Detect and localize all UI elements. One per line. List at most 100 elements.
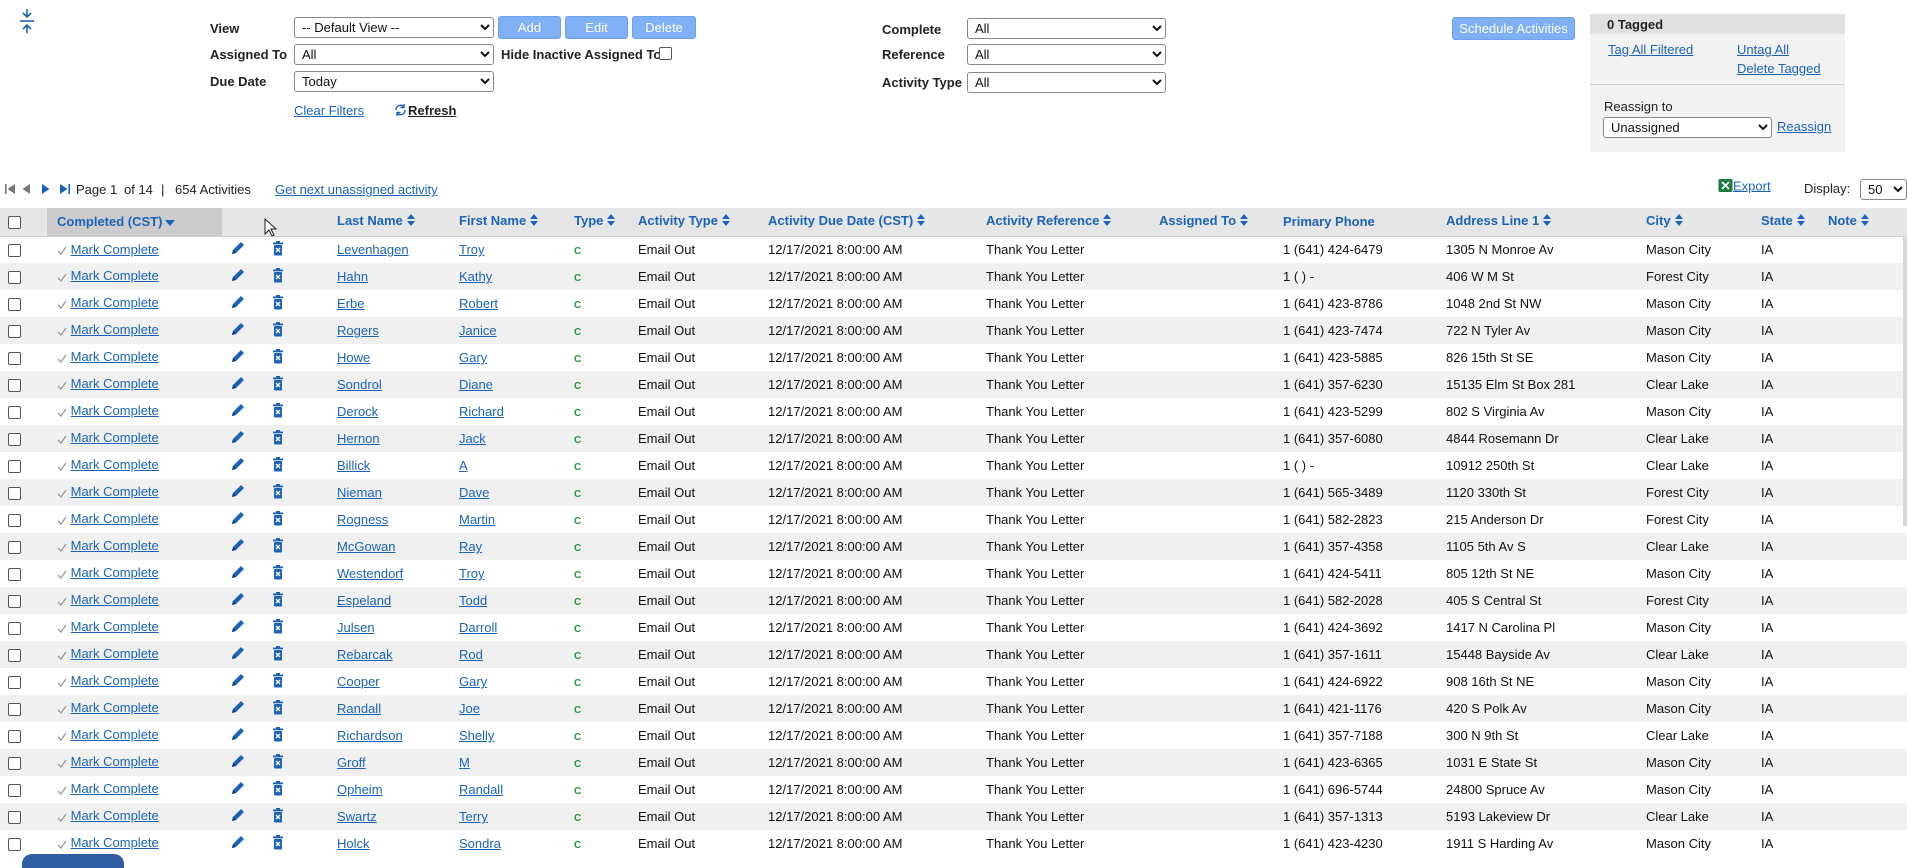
get-next-unassigned-link[interactable]: Get next unassigned activity [275, 182, 438, 197]
delete-trash-icon[interactable] [272, 618, 284, 637]
mark-complete-link[interactable]: Mark Complete [71, 808, 159, 823]
collapse-filters-icon[interactable] [18, 8, 36, 34]
edit-pencil-icon[interactable] [230, 564, 246, 583]
row-checkbox[interactable] [8, 514, 21, 528]
edit-pencil-icon[interactable] [230, 348, 246, 367]
first-name-link[interactable]: Richard [459, 404, 504, 419]
mark-complete-link[interactable]: Mark Complete [71, 565, 159, 580]
delete-trash-icon[interactable] [272, 807, 284, 826]
first-name-link[interactable]: Robert [459, 296, 498, 311]
hide-inactive-checkbox[interactable] [659, 47, 672, 60]
last-name-link[interactable]: Espeland [337, 593, 391, 608]
mark-complete-link[interactable]: Mark Complete [71, 349, 159, 364]
first-name-link[interactable]: Sondra [459, 836, 501, 851]
edit-pencil-icon[interactable] [230, 402, 246, 421]
last-page-icon[interactable] [59, 183, 71, 198]
first-name-link[interactable]: Ray [459, 539, 482, 554]
next-page-icon[interactable] [41, 183, 51, 198]
edit-pencil-icon[interactable] [230, 618, 246, 637]
mark-complete-link[interactable]: Mark Complete [71, 538, 159, 553]
table-row[interactable]: Mark Complete Rogers Janice C Email Out 12/17… [0, 317, 1907, 344]
edit-pencil-icon[interactable] [230, 591, 246, 610]
mark-complete-link[interactable]: Mark Complete [71, 646, 159, 661]
mark-complete-link[interactable]: Mark Complete [71, 484, 159, 499]
last-name-link[interactable]: Billick [337, 458, 370, 473]
table-row[interactable]: Mark Complete Rogness Martin C Email Out 12/1… [0, 506, 1907, 533]
mark-complete-link[interactable]: Mark Complete [71, 781, 159, 796]
first-name-link[interactable]: Randall [459, 782, 503, 797]
edit-pencil-icon[interactable] [230, 483, 246, 502]
edit-pencil-icon[interactable] [230, 645, 246, 664]
edit-pencil-icon[interactable] [230, 429, 246, 448]
mark-complete-link[interactable]: Mark Complete [71, 430, 159, 445]
row-checkbox[interactable] [8, 352, 21, 366]
edit-pencil-icon[interactable] [230, 753, 246, 772]
edit-pencil-icon[interactable] [230, 834, 246, 853]
column-header-activity-type[interactable]: Activity Type [628, 208, 758, 237]
first-name-link[interactable]: Terry [459, 809, 488, 824]
edit-pencil-icon[interactable] [230, 780, 246, 799]
row-checkbox[interactable] [8, 649, 21, 663]
table-row[interactable]: Mark Complete Julsen Darroll C Email Out 12/1… [0, 614, 1907, 641]
mark-complete-link[interactable]: Mark Complete [71, 673, 159, 688]
mark-complete-link[interactable]: Mark Complete [71, 754, 159, 769]
table-row[interactable]: Mark Complete Cooper Gary C Email Out 12/17/2… [0, 668, 1907, 695]
delete-trash-icon[interactable] [272, 726, 284, 745]
mark-complete-link[interactable]: Mark Complete [71, 700, 159, 715]
mark-complete-link[interactable]: Mark Complete [71, 727, 159, 742]
mark-complete-link[interactable]: Mark Complete [71, 457, 159, 472]
row-checkbox[interactable] [8, 622, 21, 636]
column-header-city[interactable]: City [1636, 208, 1751, 237]
first-name-link[interactable]: Martin [459, 512, 495, 527]
table-row[interactable]: Mark Complete Hernon Jack C Email Out 12/17/2… [0, 425, 1907, 452]
first-name-link[interactable]: Gary [459, 674, 487, 689]
row-checkbox[interactable] [8, 703, 21, 717]
row-checkbox[interactable] [8, 568, 21, 582]
last-name-link[interactable]: Groff [337, 755, 366, 770]
first-name-link[interactable]: Gary [459, 350, 487, 365]
first-name-link[interactable]: Todd [459, 593, 487, 608]
table-row[interactable]: Mark Complete Rebarcak Rod C Email Out 12/17/… [0, 641, 1907, 668]
edit-pencil-icon[interactable] [230, 456, 246, 475]
first-name-link[interactable]: Troy [459, 566, 485, 581]
mark-complete-link[interactable]: Mark Complete [71, 592, 159, 607]
table-row[interactable]: Mark Complete Groff M C Email Out 12/17/2021 … [0, 749, 1907, 776]
column-header-address[interactable]: Address Line 1 [1436, 208, 1636, 237]
delete-trash-icon[interactable] [272, 321, 284, 340]
row-checkbox[interactable] [8, 838, 21, 852]
last-name-link[interactable]: Rogness [337, 512, 388, 527]
delete-trash-icon[interactable] [272, 456, 284, 475]
display-count-select[interactable]: 50 [1860, 179, 1907, 200]
row-checkbox[interactable] [8, 487, 21, 501]
reassign-select[interactable]: Unassigned [1603, 117, 1772, 138]
mark-complete-link[interactable]: Mark Complete [71, 242, 159, 257]
untag-all-link[interactable]: Untag All [1737, 42, 1789, 57]
delete-trash-icon[interactable] [272, 699, 284, 718]
last-name-link[interactable]: Hernon [337, 431, 380, 446]
mark-complete-link[interactable]: Mark Complete [71, 835, 159, 850]
mark-complete-link[interactable]: Mark Complete [71, 268, 159, 283]
delete-trash-icon[interactable] [272, 672, 284, 691]
last-name-link[interactable]: Levenhagen [337, 242, 409, 257]
first-name-link[interactable]: Janice [459, 323, 497, 338]
delete-trash-icon[interactable] [272, 591, 284, 610]
delete-trash-icon[interactable] [272, 240, 284, 259]
row-checkbox[interactable] [8, 595, 21, 609]
table-row[interactable]: Mark Complete McGowan Ray C Email Out 12/17/2… [0, 533, 1907, 560]
first-name-link[interactable]: Troy [459, 242, 485, 257]
edit-pencil-icon[interactable] [230, 699, 246, 718]
last-name-link[interactable]: Swartz [337, 809, 377, 824]
column-header-first-name[interactable]: First Name [449, 208, 564, 237]
table-row[interactable]: Mark Complete Nieman Dave C Email Out 12/17/2… [0, 479, 1907, 506]
last-name-link[interactable]: Derock [337, 404, 378, 419]
last-name-link[interactable]: Nieman [337, 485, 382, 500]
last-name-link[interactable]: Westendorf [337, 566, 403, 581]
export-link[interactable]: Export [1718, 178, 1771, 196]
first-page-icon[interactable] [4, 183, 16, 198]
edit-pencil-icon[interactable] [230, 240, 246, 259]
mark-complete-link[interactable]: Mark Complete [71, 511, 159, 526]
last-name-link[interactable]: Randall [337, 701, 381, 716]
table-row[interactable]: Mark Complete Hahn Kathy C Email Out 12/17/20… [0, 263, 1907, 290]
column-header-last-name[interactable]: Last Name [327, 208, 449, 237]
table-row[interactable]: Mark Complete Opheim Randall C Email Out 12/1… [0, 776, 1907, 803]
